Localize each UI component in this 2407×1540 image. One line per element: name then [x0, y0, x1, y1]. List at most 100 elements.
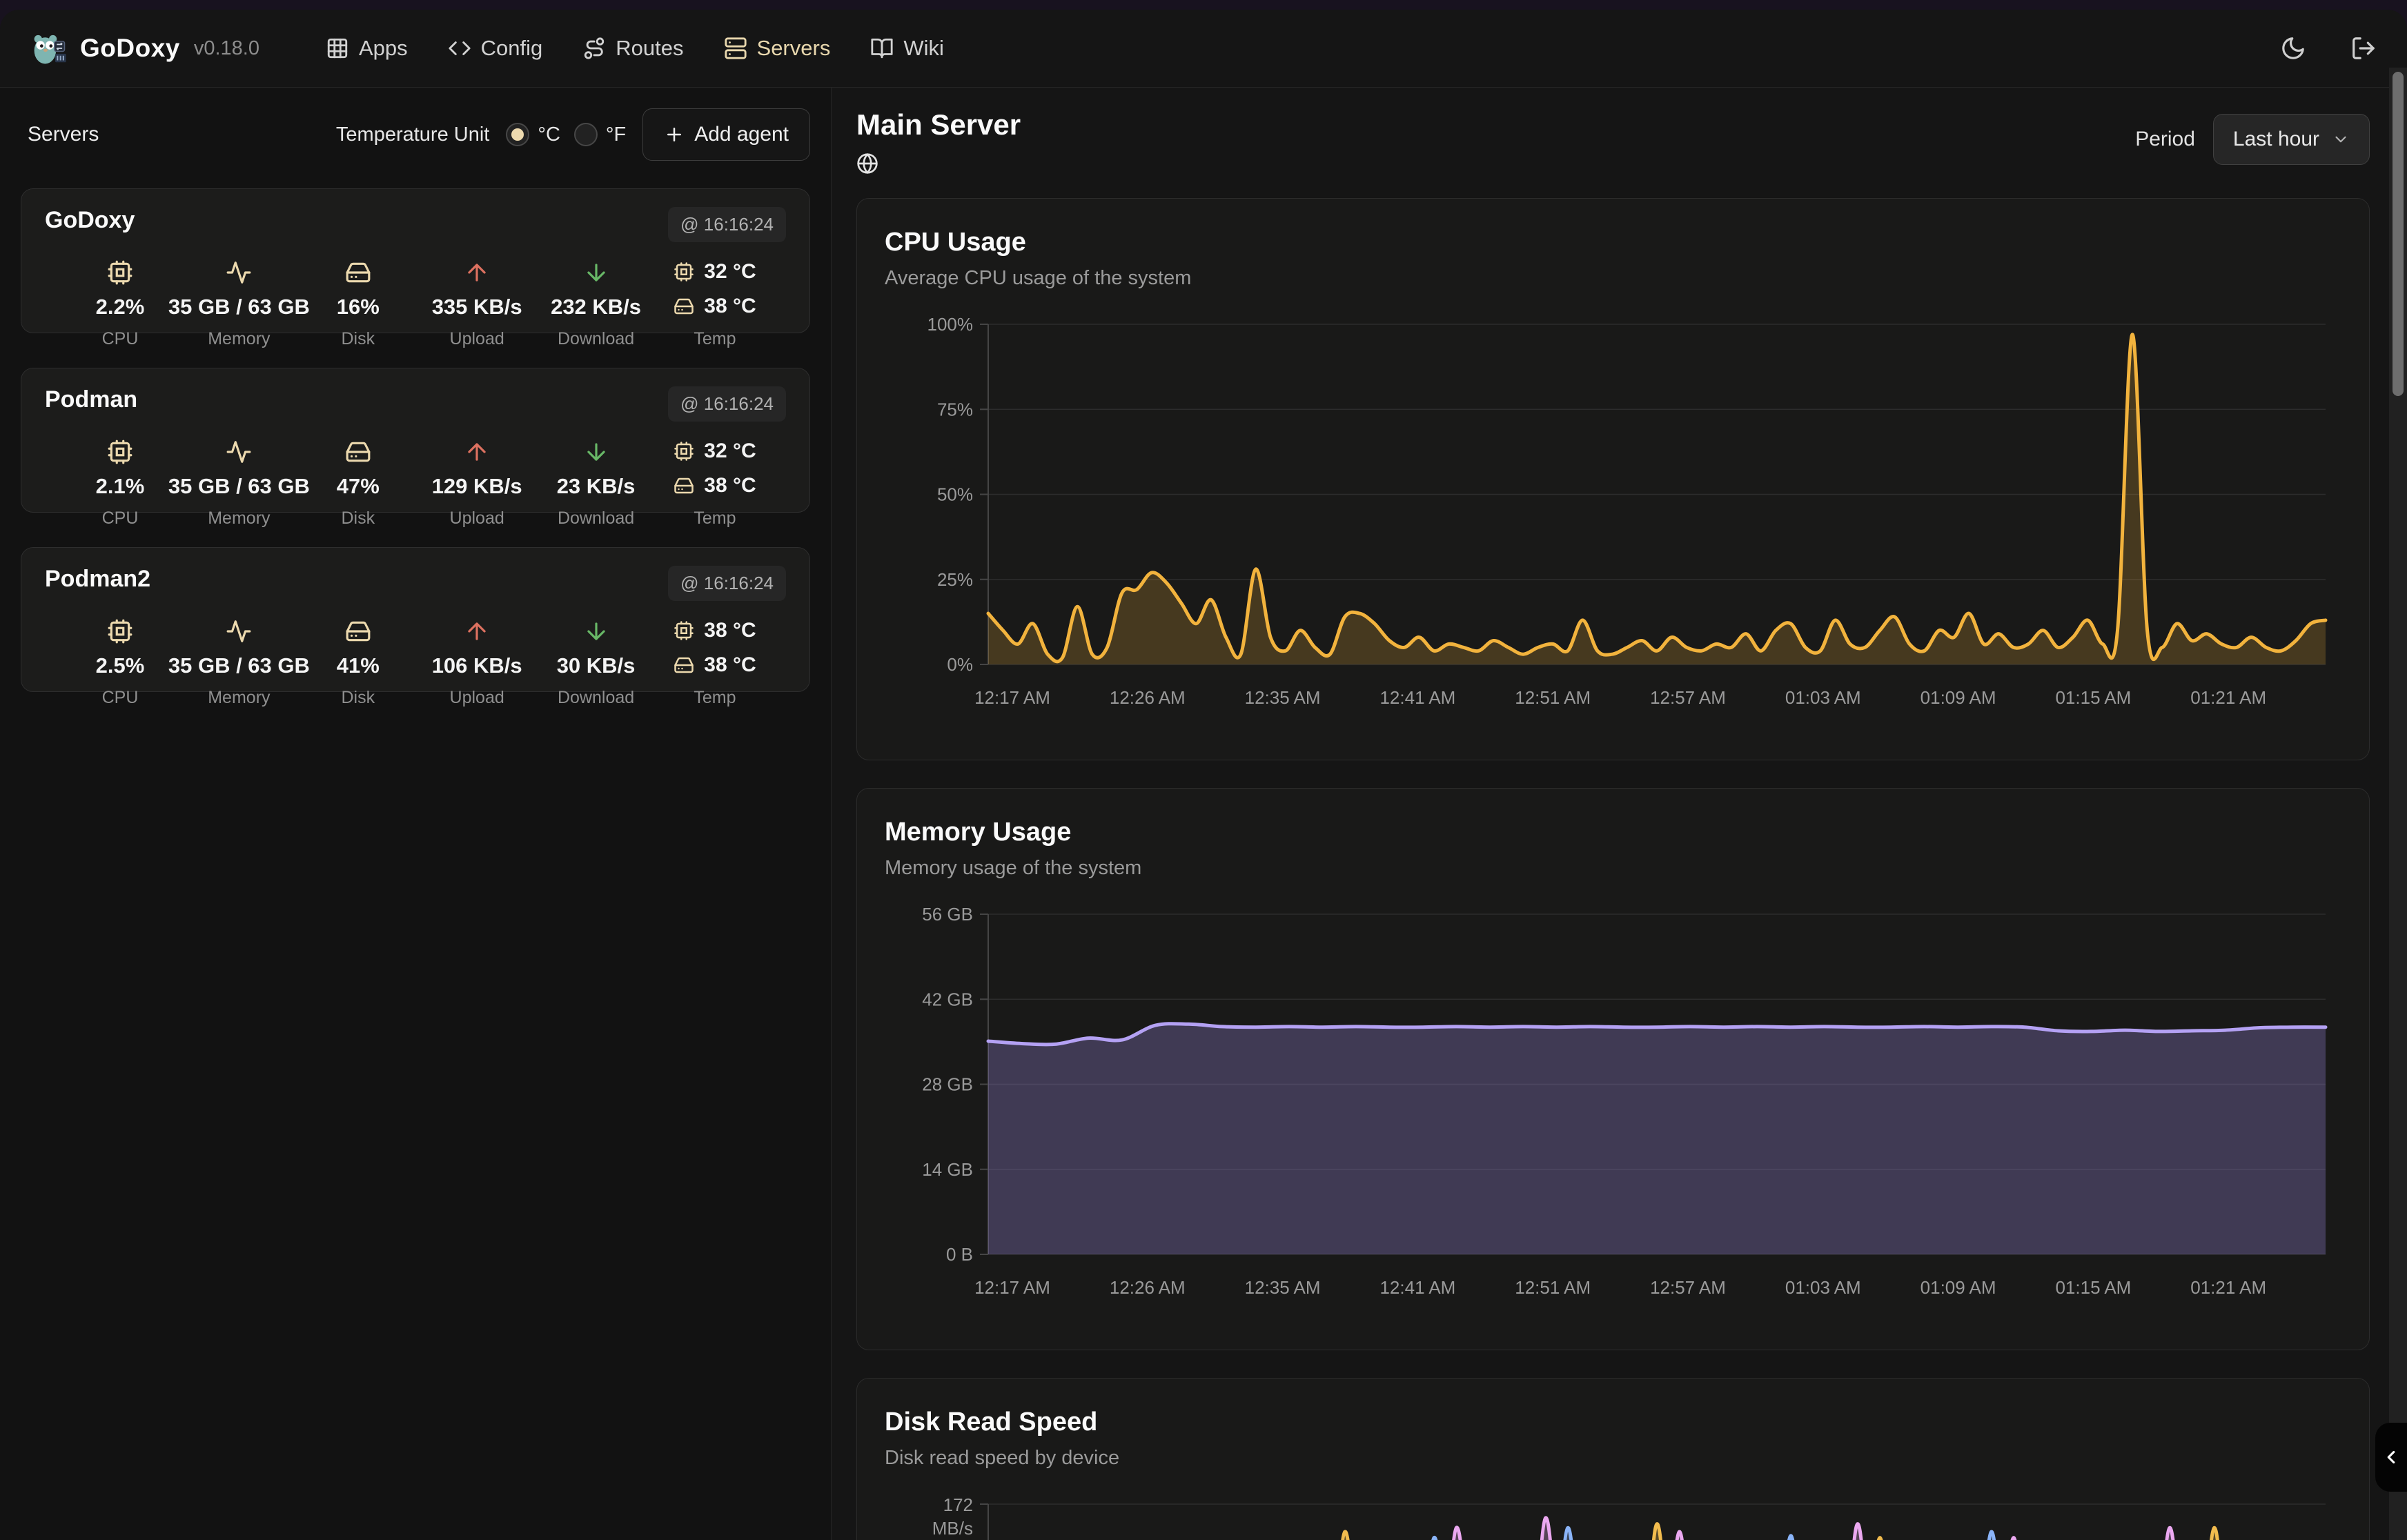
book-open-icon — [870, 37, 894, 60]
logout-icon[interactable] — [2350, 35, 2377, 61]
godoxy-logo — [30, 30, 68, 67]
svg-text:01:15 AM: 01:15 AM — [2055, 687, 2131, 708]
hard-drive-icon — [345, 434, 371, 470]
svg-text:01:21 AM: 01:21 AM — [2190, 1277, 2266, 1298]
cpu-chip-icon — [107, 255, 133, 290]
hard-drive-icon — [674, 655, 694, 675]
brand-name: GoDoxy — [80, 34, 180, 63]
svg-text:75%: 75% — [937, 399, 973, 419]
svg-text:12:17 AM: 12:17 AM — [974, 1277, 1050, 1298]
scrollbar-thumb[interactable] — [2393, 72, 2404, 396]
globe-icon — [856, 152, 1021, 175]
server-card-godoxy[interactable]: GoDoxy @ 16:16:24 2.2% CPU 35 GB / 63 GB… — [21, 188, 810, 333]
chart-subtitle: Disk read speed by device — [885, 1447, 2341, 1470]
stat-temp: 32 °C 38 °C Temp — [656, 255, 774, 349]
fahrenheit-radio[interactable]: °F — [574, 123, 626, 146]
stat-upload: 335 KB/s Upload — [418, 255, 536, 349]
grid-icon — [326, 37, 349, 60]
chart-title: Memory Usage — [885, 818, 2341, 847]
svg-text:12:35 AM: 12:35 AM — [1245, 687, 1321, 708]
stat-cpu: 2.2% CPU — [61, 255, 179, 349]
server-name: GoDoxy — [45, 207, 135, 234]
svg-text:25%: 25% — [937, 569, 973, 590]
stat-disk: 41% Disk — [299, 613, 417, 708]
theme-toggle-moon-icon[interactable] — [2280, 35, 2306, 61]
cpu-usage-card: CPU Usage Average CPU usage of the syste… — [856, 198, 2370, 760]
svg-text:0 B: 0 B — [946, 1244, 973, 1265]
svg-text:50%: 50% — [937, 484, 973, 505]
svg-text:12:35 AM: 12:35 AM — [1245, 1277, 1321, 1298]
chevron-left-icon — [2381, 1447, 2401, 1468]
cpu-usage-chart: 0%25%50%75%100%12:17 AM12:26 AM12:35 AM1… — [885, 317, 2341, 742]
app-window: GoDoxy v0.18.0 Apps Config Routes — [0, 10, 2407, 1540]
svg-text:12:26 AM: 12:26 AM — [1110, 1277, 1186, 1298]
add-agent-button[interactable]: Add agent — [642, 108, 810, 161]
cpu-chip-icon — [107, 613, 133, 649]
radio-dot — [574, 123, 598, 146]
nav-label: Wiki — [903, 36, 944, 61]
svg-text:01:03 AM: 01:03 AM — [1785, 687, 1861, 708]
cpu-chip-icon — [674, 620, 694, 641]
activity-icon — [226, 255, 252, 290]
svg-text:12:26 AM: 12:26 AM — [1110, 687, 1186, 708]
svg-text:0%: 0% — [947, 654, 973, 675]
server-name: Podman2 — [45, 566, 150, 593]
arrow-up-icon — [464, 613, 490, 649]
sidebar-title: Servers — [28, 123, 99, 146]
svg-text:28 GB: 28 GB — [922, 1074, 973, 1095]
svg-text:172MB/s: 172MB/s — [932, 1497, 973, 1539]
nav-items: Apps Config Routes Servers — [326, 36, 944, 61]
stat-temp: 38 °C 38 °C Temp — [656, 613, 774, 708]
hard-drive-icon — [345, 613, 371, 649]
stat-upload: 129 KB/s Upload — [418, 434, 536, 529]
chevron-down-icon — [2332, 130, 2350, 148]
cpu-chip-icon — [107, 434, 133, 470]
radio-dot — [506, 123, 529, 146]
vertical-scrollbar — [2389, 68, 2407, 1540]
cpu-chip-icon — [674, 441, 694, 462]
svg-text:12:17 AM: 12:17 AM — [974, 687, 1050, 708]
disk-read-speed-chart: 172MB/s — [885, 1497, 2341, 1540]
nav-label: Apps — [359, 36, 408, 61]
server-card-podman[interactable]: Podman @ 16:16:24 2.1% CPU 35 GB / 63 GB… — [21, 368, 810, 513]
celsius-radio[interactable]: °C — [506, 123, 560, 146]
activity-icon — [226, 434, 252, 470]
temperature-unit-radios: °C °F — [506, 123, 626, 146]
brand: GoDoxy v0.18.0 — [30, 30, 259, 67]
server-card-podman2[interactable]: Podman2 @ 16:16:24 2.5% CPU 35 GB / 63 G… — [21, 547, 810, 692]
svg-text:12:57 AM: 12:57 AM — [1650, 1277, 1726, 1298]
top-nav: GoDoxy v0.18.0 Apps Config Routes — [0, 10, 2407, 88]
nav-item-wiki[interactable]: Wiki — [870, 36, 944, 61]
stat-memory: 35 GB / 63 GB Memory — [180, 255, 297, 349]
svg-text:42 GB: 42 GB — [922, 989, 973, 1009]
stat-download: 232 KB/s Download — [538, 255, 655, 349]
route-icon — [582, 37, 606, 60]
nav-item-servers[interactable]: Servers — [724, 36, 831, 61]
server-name: Podman — [45, 386, 137, 413]
svg-text:01:21 AM: 01:21 AM — [2190, 687, 2266, 708]
stat-download: 30 KB/s Download — [538, 613, 655, 708]
server-timestamp: @ 16:16:24 — [668, 386, 786, 422]
server-icon — [724, 37, 747, 60]
code-icon — [448, 37, 471, 60]
nav-item-routes[interactable]: Routes — [582, 36, 683, 61]
page-title: Main Server — [856, 108, 1021, 141]
memory-usage-chart: 0 B14 GB28 GB42 GB56 GB12:17 AM12:26 AM1… — [885, 907, 2341, 1332]
stat-memory: 35 GB / 63 GB Memory — [180, 434, 297, 529]
hard-drive-icon — [345, 255, 371, 290]
svg-text:01:09 AM: 01:09 AM — [1920, 687, 1996, 708]
svg-text:56 GB: 56 GB — [922, 907, 973, 925]
svg-text:12:51 AM: 12:51 AM — [1515, 687, 1591, 708]
svg-text:12:51 AM: 12:51 AM — [1515, 1277, 1591, 1298]
period-label: Period — [2135, 128, 2195, 151]
stat-upload: 106 KB/s Upload — [418, 613, 536, 708]
nav-item-config[interactable]: Config — [448, 36, 543, 61]
collapse-panel-tab[interactable] — [2375, 1423, 2407, 1492]
nav-item-apps[interactable]: Apps — [326, 36, 408, 61]
plus-icon — [664, 124, 685, 145]
server-timestamp: @ 16:16:24 — [668, 207, 786, 242]
nav-label: Servers — [757, 36, 831, 61]
cpu-chip-icon — [674, 261, 694, 282]
chart-title: Disk Read Speed — [885, 1408, 2341, 1437]
period-select[interactable]: Last hour — [2213, 114, 2370, 165]
